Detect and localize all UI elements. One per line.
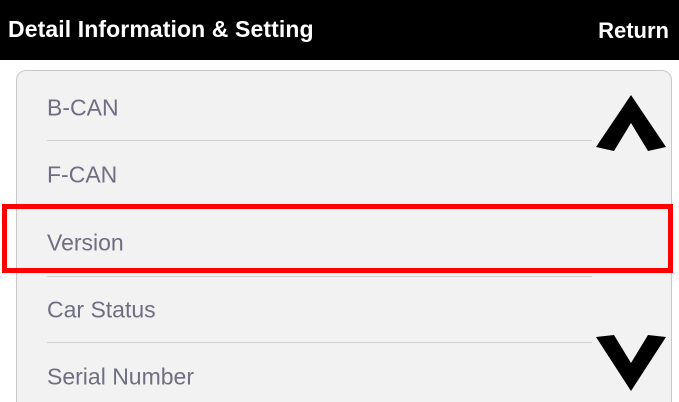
- menu-item-label: B-CAN: [47, 94, 119, 121]
- scroll-up-button[interactable]: [592, 81, 671, 161]
- return-button[interactable]: Return: [598, 18, 669, 44]
- menu-item-serial-number[interactable]: Serial Number: [17, 343, 592, 402]
- scroll-column: [592, 71, 671, 402]
- menu-item-version[interactable]: Version: [17, 209, 592, 277]
- header-bar: Detail Information & Setting Return: [0, 0, 679, 60]
- menu-item-car-status[interactable]: Car Status: [17, 276, 592, 344]
- scroll-down-button[interactable]: [592, 323, 671, 402]
- menu-item-label: Version: [47, 229, 124, 256]
- detail-information-screen: Detail Information & Setting Return B-CA…: [0, 0, 679, 402]
- menu-item-label: Serial Number: [47, 363, 194, 390]
- menu-item-b-can[interactable]: B-CAN: [17, 74, 592, 142]
- scroll-down-arrow-icon: [596, 335, 666, 391]
- scroll-up-arrow-icon: [596, 95, 666, 151]
- menu-item-label: Car Status: [47, 296, 156, 323]
- menu-item-f-can[interactable]: F-CAN: [17, 141, 592, 209]
- menu-item-label: F-CAN: [47, 161, 118, 188]
- settings-list-panel: B-CAN F-CAN Version Car Status Serial Nu…: [16, 70, 672, 402]
- page-title: Detail Information & Setting: [8, 16, 314, 42]
